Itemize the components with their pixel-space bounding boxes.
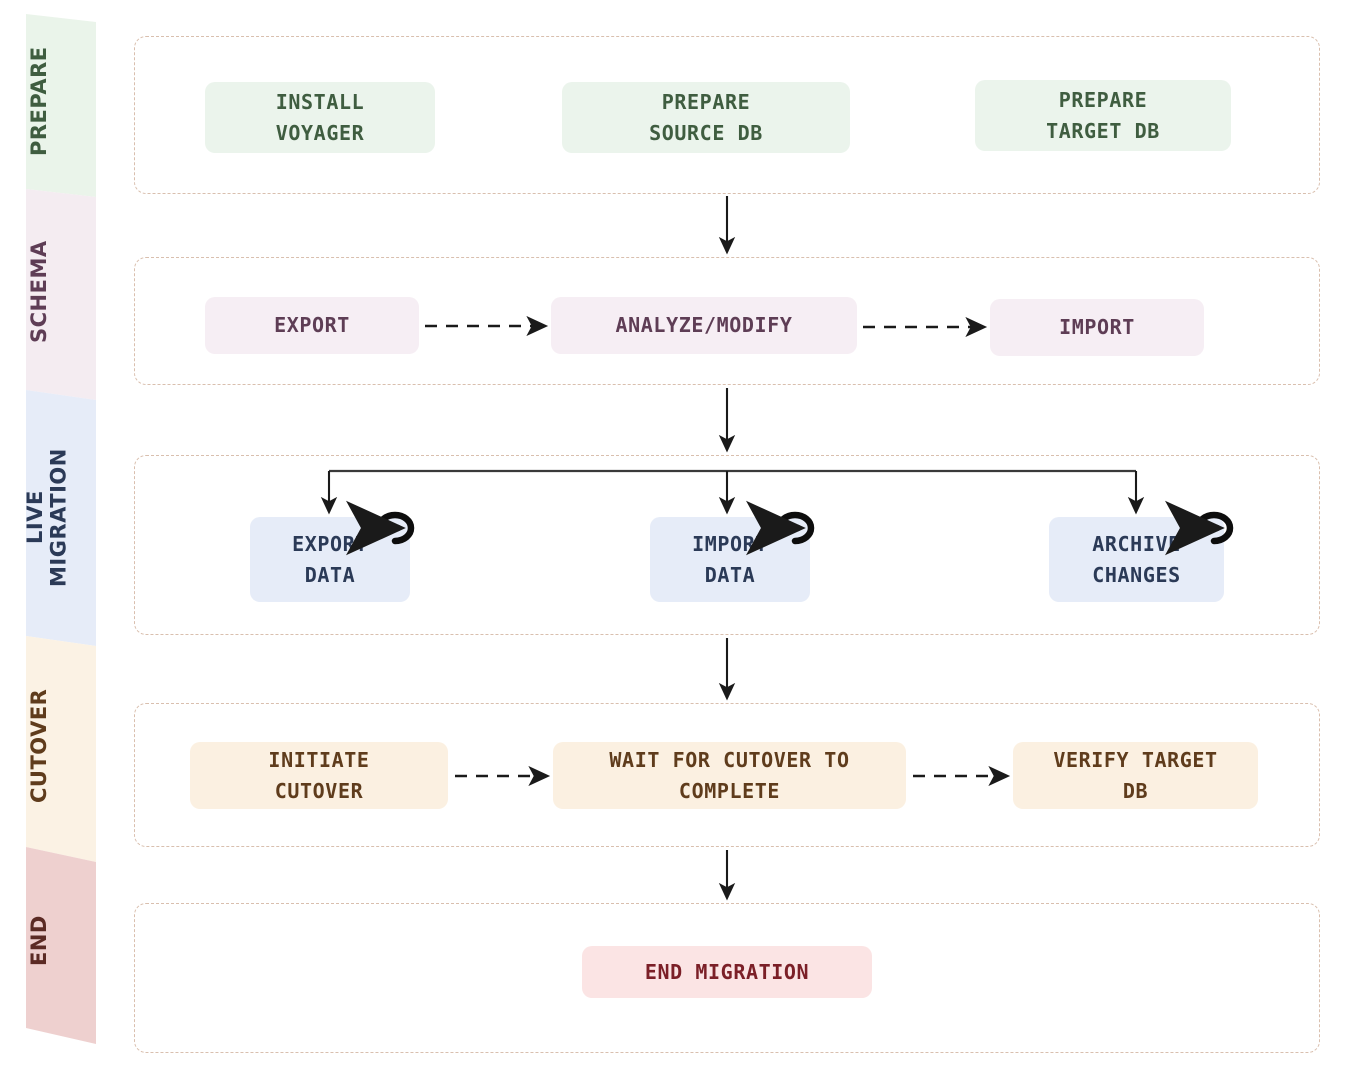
phase-band-strip: PREPARE SCHEMA LIVE MIGRATION CUTOVER EN… [0,0,130,1064]
node-analyze-modify[interactable]: ANALYZE/MODIFY [551,297,857,354]
node-initiate-cutover[interactable]: INITIATE CUTOVER [190,742,448,809]
node-import-data[interactable]: IMPORT DATA [650,517,810,602]
node-import[interactable]: IMPORT [990,299,1204,356]
band-label-schema: SCHEMA [27,240,51,344]
diagram-canvas: PREPARE SCHEMA LIVE MIGRATION CUTOVER EN… [0,0,1352,1064]
band-label-end: END [27,915,51,967]
node-install-voyager[interactable]: INSTALL VOYAGER [205,82,435,153]
node-prepare-source-db[interactable]: PREPARE SOURCE DB [562,82,850,153]
node-wait-for-cutover[interactable]: WAIT FOR CUTOVER TO COMPLETE [553,742,906,809]
node-verify-target-db[interactable]: VERIFY TARGET DB [1013,742,1258,809]
node-end-migration[interactable]: END MIGRATION [582,946,872,998]
node-export-data[interactable]: EXPORT DATA [250,517,410,602]
node-prepare-target-db[interactable]: PREPARE TARGET DB [975,80,1231,151]
band-label-cutover: CUTOVER [27,688,51,804]
band-label-prepare: PREPARE [27,46,51,157]
node-archive-changes[interactable]: ARCHIVE CHANGES [1049,517,1224,602]
band-label-live-migration: LIVE MIGRATION [23,448,71,587]
node-export[interactable]: EXPORT [205,297,419,354]
